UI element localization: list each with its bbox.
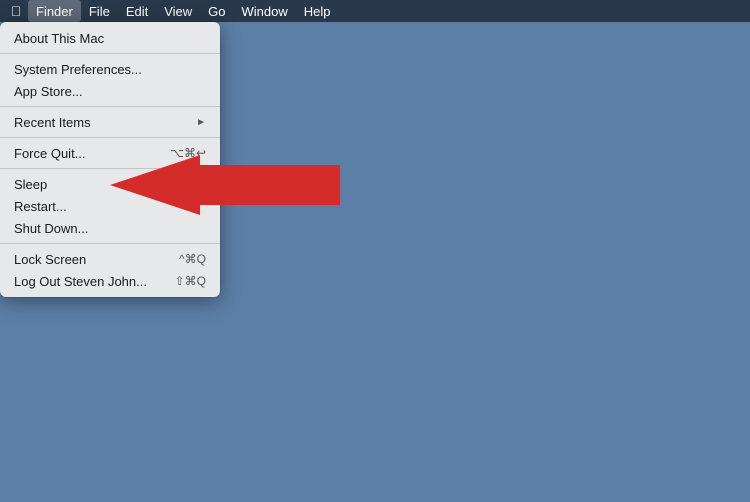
restart-label: Restart... — [14, 199, 206, 214]
menubar-go[interactable]: Go — [200, 0, 233, 22]
menubar-finder[interactable]: Finder — [28, 0, 81, 22]
menubar-edit[interactable]: Edit — [118, 0, 156, 22]
apple-menu-trigger[interactable]:  — [6, 0, 26, 22]
menu-item-about[interactable]: About This Mac — [0, 27, 220, 49]
separator-5 — [0, 243, 220, 244]
menu-item-recent-items[interactable]: Recent Items ► — [0, 111, 220, 133]
sleep-label: Sleep — [14, 177, 206, 192]
menu-item-logout[interactable]: Log Out Steven John... ⇧⌘Q — [0, 270, 220, 292]
separator-4 — [0, 168, 220, 169]
recent-items-label: Recent Items — [14, 115, 186, 130]
menu-item-force-quit[interactable]: Force Quit... ⌥⌘↩ — [0, 142, 220, 164]
menu-item-restart[interactable]: Restart... — [0, 195, 220, 217]
menubar-window[interactable]: Window — [234, 0, 296, 22]
separator-2 — [0, 106, 220, 107]
menubar-file[interactable]: File — [81, 0, 118, 22]
menubar-items: Finder File Edit View Go Window Help — [28, 0, 339, 22]
logout-label: Log Out Steven John... — [14, 274, 165, 289]
menu-item-shutdown[interactable]: Shut Down... — [0, 217, 220, 239]
lock-screen-label: Lock Screen — [14, 252, 169, 267]
apple-logo-icon:  — [11, 4, 22, 18]
logout-shortcut: ⇧⌘Q — [175, 274, 206, 288]
menubar-view[interactable]: View — [156, 0, 200, 22]
recent-items-arrow-icon: ► — [196, 117, 206, 128]
separator-1 — [0, 53, 220, 54]
separator-3 — [0, 137, 220, 138]
lock-screen-shortcut: ^⌘Q — [179, 252, 206, 266]
force-quit-label: Force Quit... — [14, 146, 160, 161]
force-quit-shortcut: ⌥⌘↩ — [170, 146, 206, 160]
menubar:  Finder File Edit View Go Window Help — [0, 0, 750, 22]
menu-item-sleep[interactable]: Sleep — [0, 173, 220, 195]
menu-item-app-store[interactable]: App Store... — [0, 80, 220, 102]
menu-item-lock-screen[interactable]: Lock Screen ^⌘Q — [0, 248, 220, 270]
menu-item-system-prefs[interactable]: System Preferences... — [0, 58, 220, 80]
system-prefs-label: System Preferences... — [14, 62, 206, 77]
about-label: About This Mac — [14, 31, 206, 46]
menubar-help[interactable]: Help — [296, 0, 339, 22]
app-store-label: App Store... — [14, 84, 206, 99]
apple-dropdown-menu: About This Mac System Preferences... App… — [0, 22, 220, 297]
shutdown-label: Shut Down... — [14, 221, 206, 236]
